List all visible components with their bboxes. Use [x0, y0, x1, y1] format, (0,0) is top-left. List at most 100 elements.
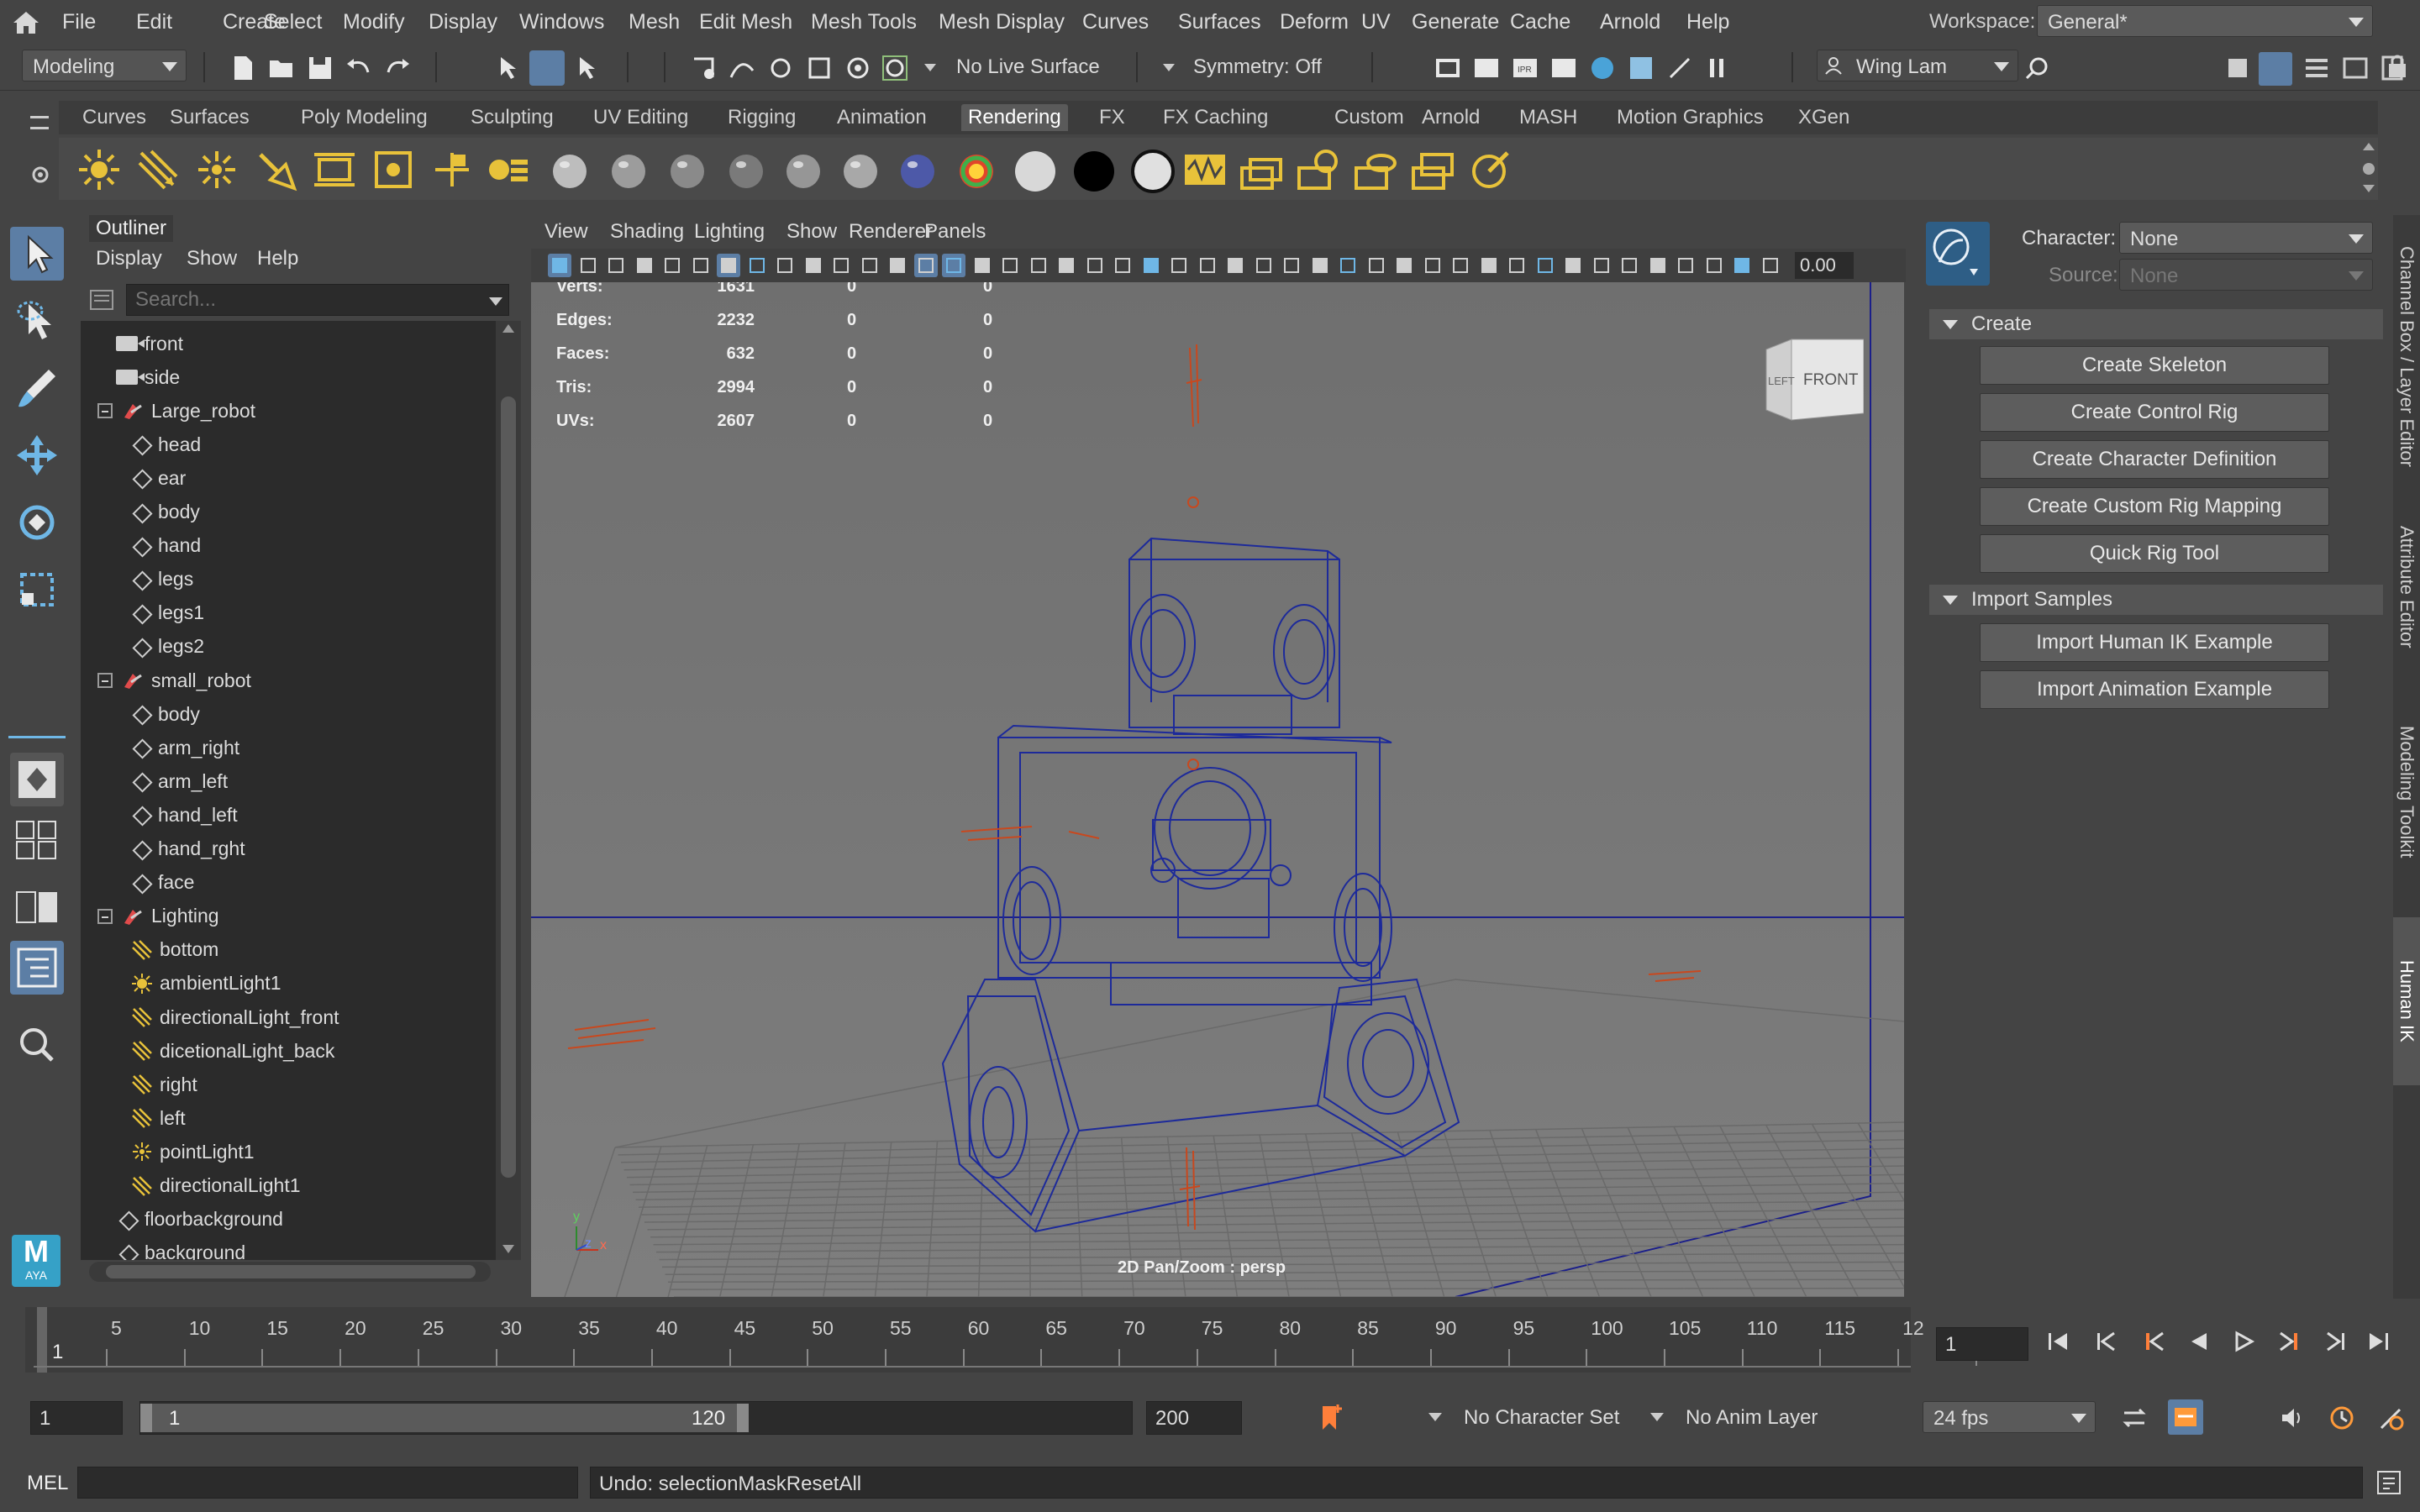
outliner-item-large-robot[interactable]: Large_robot	[81, 395, 255, 427]
viewport-scene[interactable]	[531, 282, 1904, 1297]
animation-start-field[interactable]: 1	[30, 1401, 123, 1435]
outlined-swatch-icon[interactable]	[1129, 148, 1176, 195]
animation-preferences-icon[interactable]	[2328, 1403, 2356, 1433]
menu-mesh[interactable]: Mesh	[629, 10, 680, 34]
menu-arnold[interactable]: Arnold	[1600, 10, 1660, 34]
new-scene-icon[interactable]	[229, 54, 257, 82]
menu-modify[interactable]: Modify	[343, 10, 405, 34]
create-custom-rig-mapping-button[interactable]: Create Custom Rig Mapping	[1980, 487, 2329, 526]
shelf-tab-arnold[interactable]: Arnold	[1415, 104, 1486, 131]
menu-set-dropdown[interactable]: Modeling	[22, 50, 187, 81]
outliner-item-legs2[interactable]: legs2	[81, 631, 204, 663]
grid-icon[interactable]	[1534, 254, 1557, 277]
move-tool-button[interactable]	[10, 428, 64, 482]
outliner-item-hand-left[interactable]: hand_left	[81, 799, 238, 831]
outliner-item-ambientlight1[interactable]: ambientLight1	[81, 968, 281, 1000]
go-to-end-icon[interactable]	[2366, 1329, 2391, 1354]
chevron-down-icon[interactable]	[1650, 1413, 1664, 1421]
bookmark-camera-icon[interactable]	[1421, 254, 1444, 277]
rotate-tool-button[interactable]	[10, 496, 64, 549]
gear-icon[interactable]	[30, 165, 50, 185]
shelf-tab-animation[interactable]: Animation	[830, 104, 934, 131]
blinn-sphere-icon[interactable]	[546, 148, 593, 195]
image-plane-icon[interactable]	[633, 254, 656, 277]
outliner-item-ear[interactable]: ear	[81, 462, 186, 494]
anim-layer-label[interactable]: No Anim Layer	[1686, 1406, 1818, 1430]
smooth-shade-icon[interactable]	[1759, 254, 1782, 277]
outliner-item-hand-rght[interactable]: hand_rght	[81, 833, 245, 865]
character-set-label[interactable]: No Character Set	[1464, 1406, 1619, 1430]
menu-surfaces[interactable]: Surfaces	[1178, 10, 1261, 34]
shelf-tab-fx-caching[interactable]: FX Caching	[1156, 104, 1275, 131]
create-skeleton-button[interactable]: Create Skeleton	[1980, 346, 2329, 385]
time-slider[interactable]: 1 5 10 15 20 25 30 35 40 45 50 55 60 65 70 75 80 85 90 95 1…	[25, 1307, 1977, 1373]
resolution-gate-icon[interactable]	[1590, 254, 1613, 277]
outliner-item-lighting[interactable]: Lighting	[81, 900, 219, 932]
outliner-layout-button[interactable]	[10, 941, 64, 995]
render-sequence-icon[interactable]	[1181, 146, 1228, 193]
attribute-editor-icon[interactable]	[2302, 54, 2331, 82]
select-tool-button[interactable]	[10, 227, 64, 281]
shelf-scroll-arrows[interactable]	[2361, 138, 2378, 200]
menu-edit[interactable]: Edit	[136, 10, 172, 34]
select-camera-icon[interactable]	[548, 254, 571, 277]
film-back-icon[interactable]	[1308, 254, 1332, 277]
character-dropdown[interactable]: None	[2119, 222, 2373, 254]
play-backward-icon[interactable]	[2186, 1329, 2212, 1354]
snap-point-icon[interactable]	[766, 54, 795, 82]
xray-icon[interactable]	[1223, 254, 1247, 277]
volume-light-icon[interactable]	[370, 146, 417, 193]
loop-icon[interactable]	[2119, 1404, 2149, 1431]
import-samples-section-header[interactable]: Import Samples	[1929, 585, 2383, 615]
outliner-item-face[interactable]: face	[81, 867, 194, 899]
redo-icon[interactable]	[383, 54, 412, 82]
smooth-shade-icon[interactable]	[942, 254, 965, 277]
two-view-layout-button[interactable]	[10, 880, 64, 934]
collapse-toggle-icon[interactable]	[97, 673, 113, 688]
shelf-tab-motion-graphics[interactable]: Motion Graphics	[1610, 104, 1770, 131]
point-light-icon[interactable]	[193, 146, 240, 193]
snap-grid-icon[interactable]	[689, 54, 718, 82]
step-forward-key-icon[interactable]	[2323, 1329, 2348, 1354]
lambert-sphere-icon[interactable]	[605, 148, 652, 195]
surface-shader-sphere-icon[interactable]	[780, 148, 827, 195]
viewport-value-field[interactable]: 0.00	[1795, 252, 1854, 279]
outliner-item-arm-right[interactable]: arm_right	[81, 732, 239, 764]
source-dropdown[interactable]: None	[2119, 259, 2373, 291]
menu-curves[interactable]: Curves	[1082, 10, 1149, 34]
film-gate-icon[interactable]	[1561, 254, 1585, 277]
camera-aim-icon[interactable]	[484, 146, 531, 193]
outliner-item-front[interactable]: front	[81, 328, 183, 360]
current-time-indicator[interactable]	[37, 1307, 47, 1373]
select-object-mode-button[interactable]	[529, 50, 565, 86]
menu-windows[interactable]: Windows	[519, 10, 604, 34]
render-layer-view-icon[interactable]	[1353, 146, 1400, 193]
viewport-menu-shading[interactable]: Shading	[610, 220, 684, 244]
layered-shader-sphere-icon[interactable]	[837, 148, 884, 195]
anti-aliasing-icon[interactable]	[1167, 254, 1191, 277]
xray-joints-icon[interactable]	[1252, 254, 1276, 277]
render-view-icon[interactable]	[1434, 54, 1462, 82]
import-human-ik-example-button[interactable]: Import Human IK Example	[1980, 623, 2329, 662]
tool-settings-icon[interactable]	[2341, 54, 2370, 82]
wireframe-icon[interactable]	[1730, 254, 1754, 277]
menu-mesh-display[interactable]: Mesh Display	[939, 10, 1065, 34]
ambient-light-icon[interactable]	[76, 146, 123, 193]
outliner-item-side[interactable]: side	[81, 361, 180, 393]
grid-icon[interactable]	[717, 254, 740, 277]
viewport-menu-renderer[interactable]: Renderer	[849, 220, 933, 244]
workspace-dropdown[interactable]: General*	[2037, 5, 2373, 37]
view-cube-front-face[interactable]: FRONT	[1803, 371, 1858, 390]
shelf-tab-poly-modeling[interactable]: Poly Modeling	[294, 104, 434, 131]
render-camera-icon[interactable]	[1467, 146, 1514, 193]
render-layer-off-icon[interactable]	[1296, 146, 1343, 193]
step-back-frame-icon[interactable]	[2141, 1329, 2166, 1354]
shelf-tab-sculpting[interactable]: Sculpting	[464, 104, 560, 131]
fps-dropdown[interactable]: 24 fps	[1923, 1401, 2096, 1433]
menu-help[interactable]: Help	[1686, 10, 1729, 34]
create-section-header[interactable]: Create	[1929, 309, 2383, 339]
outliner-item-body[interactable]: body	[81, 698, 200, 730]
single-perspective-layout-button[interactable]	[10, 753, 64, 806]
side-tab-channel-box-layer-editor[interactable]: Channel Box / Layer Editor	[2393, 230, 2420, 482]
menu-file[interactable]: File	[62, 10, 96, 34]
